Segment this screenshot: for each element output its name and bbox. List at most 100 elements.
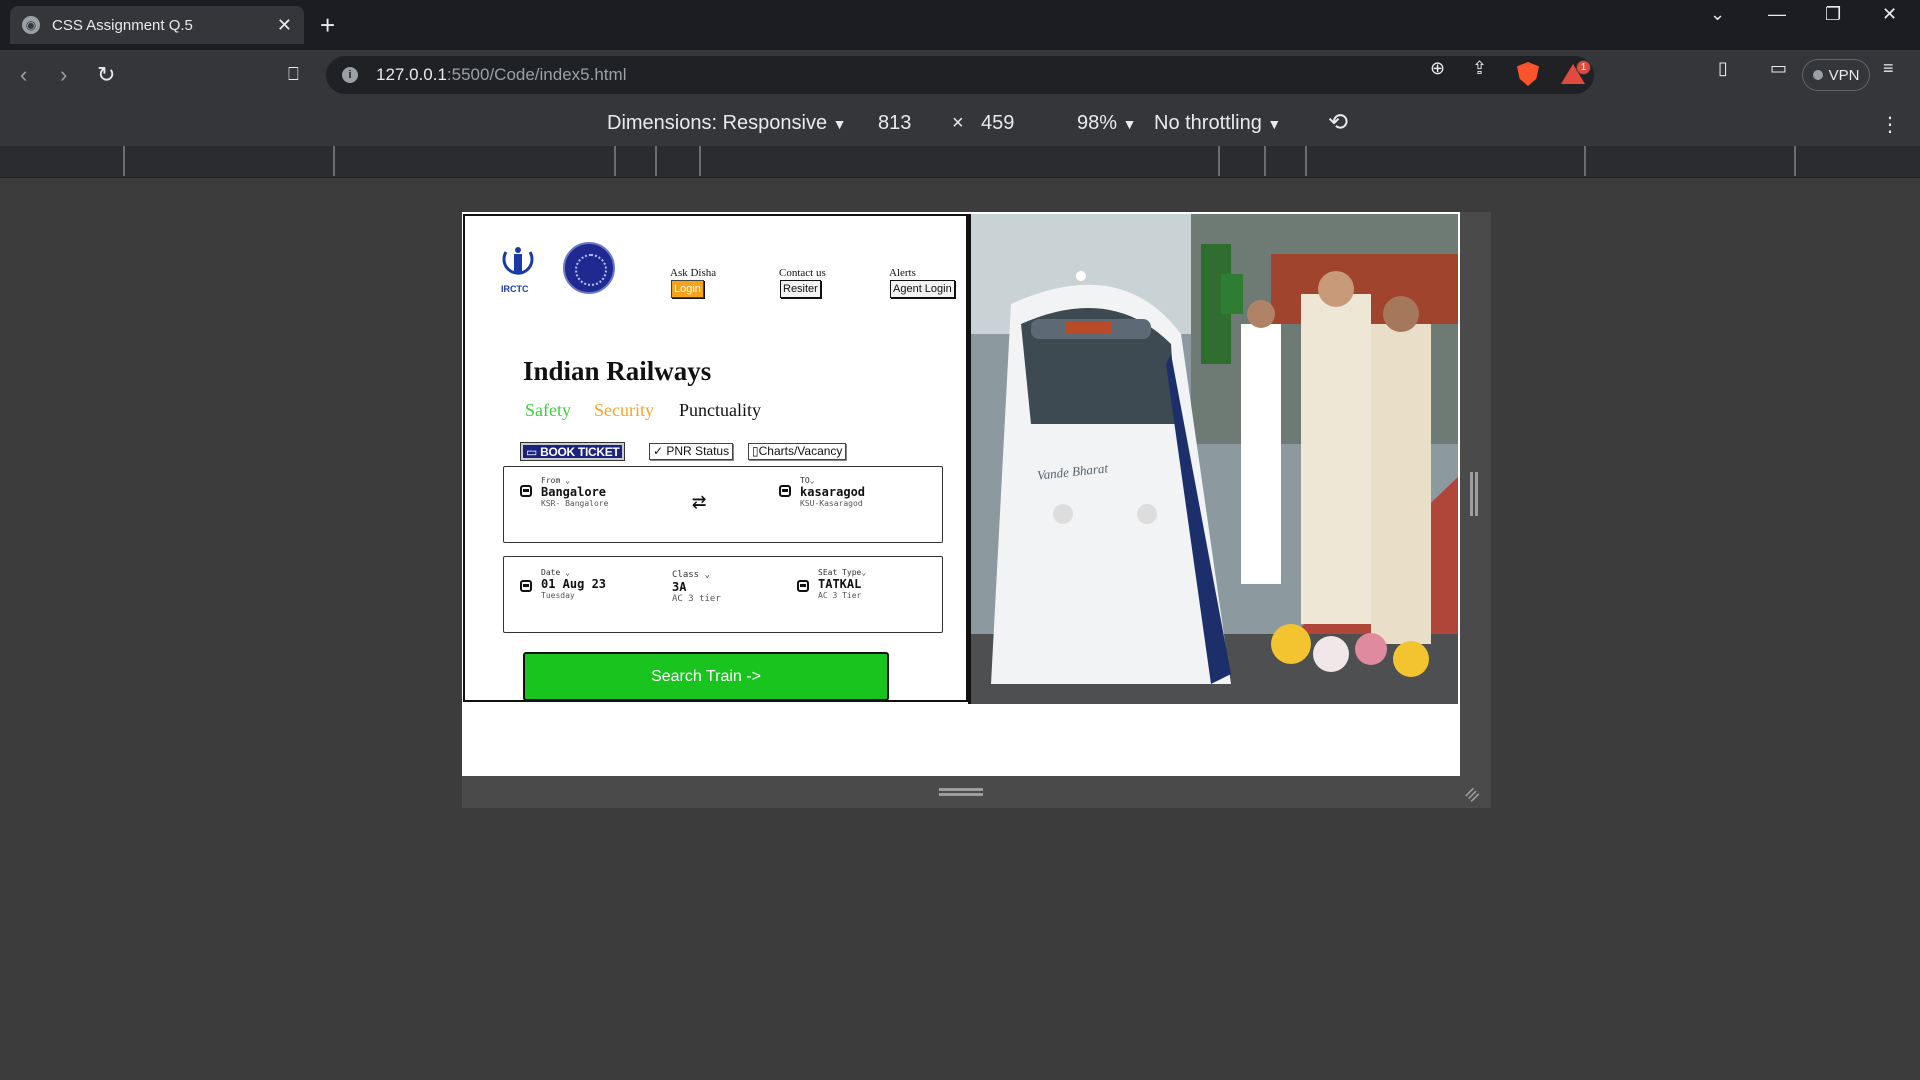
back-icon[interactable]: ‹ xyxy=(20,62,27,88)
tab-charts-vacancy[interactable]: ▯Charts/Vacancy xyxy=(748,443,847,460)
url-host: 127.0.0.1 xyxy=(376,65,447,84)
from-label: From xyxy=(541,476,561,485)
vpn-label: VPN xyxy=(1828,66,1860,84)
ruler-tick xyxy=(1218,146,1220,176)
device-toolbar: Dimensions: Responsive ▼ 813 × 459 98% ▼… xyxy=(0,102,1920,146)
tab-search-icon[interactable]: ⌄ xyxy=(1710,4,1725,25)
close-tab-icon[interactable]: ✕ xyxy=(277,15,292,36)
tagline-punctuality: Punctuality xyxy=(679,400,761,420)
caret-down-icon: ▼ xyxy=(832,116,847,132)
ruler-tick xyxy=(333,146,335,176)
vpn-button[interactable]: VPN xyxy=(1802,59,1870,91)
seat-type-value: TATKAL xyxy=(818,577,862,591)
browser-tab[interactable]: ◉ CSS Assignment Q.5 ✕ xyxy=(10,6,304,44)
minimize-icon[interactable]: — xyxy=(1768,4,1786,25)
ruler-tick xyxy=(614,146,616,176)
dimension-separator: × xyxy=(952,112,964,134)
address-bar[interactable]: i 127.0.0.1:5500/Code/index5.html xyxy=(326,56,1594,94)
seat-type-label: SEat Type xyxy=(818,568,862,577)
share-icon[interactable]: ⇪ xyxy=(1472,58,1487,79)
height-input[interactable]: 459 xyxy=(981,112,1014,135)
class-value: 3A xyxy=(672,580,687,594)
ruler-tick xyxy=(1305,146,1307,176)
hero-illustration xyxy=(971,214,1458,704)
wallet-icon[interactable]: ▭ xyxy=(1770,58,1787,79)
chevron-down-icon: ⌄ xyxy=(861,568,867,577)
resize-handle-bottom[interactable] xyxy=(939,788,983,796)
page-title: Indian Railways xyxy=(523,356,712,386)
agent-login-button[interactable]: Agent Login xyxy=(890,280,955,298)
hero-image: Vande Bharat xyxy=(968,214,1458,704)
ruler-tick xyxy=(123,146,125,176)
seat-type-field[interactable]: SEat Type⌄ TATKAL AC 3 Tier xyxy=(818,568,866,600)
chevron-down-icon: ⌄ xyxy=(809,476,815,485)
train-icon xyxy=(520,580,532,592)
ruler-tick xyxy=(1584,146,1586,176)
notification-badge: 1 xyxy=(1576,60,1591,75)
ask-disha-link[interactable]: Ask Disha xyxy=(670,267,716,279)
ruler-tick xyxy=(699,146,701,176)
reload-icon[interactable]: ↻ xyxy=(97,62,115,88)
alerts-link[interactable]: Alerts xyxy=(889,267,916,279)
close-window-icon[interactable]: ✕ xyxy=(1882,4,1897,25)
zoom-select[interactable]: 98% ▼ xyxy=(1077,112,1136,135)
journey-box: From ⌄ Bangalore KSR- Bangalore ⇄ TO⌄ ka… xyxy=(503,466,943,543)
from-field[interactable]: From ⌄ Bangalore KSR- Bangalore xyxy=(541,476,608,508)
class-field[interactable]: Class ⌄ 3A AC 3 tier xyxy=(672,570,721,604)
dimensions-select[interactable]: Dimensions: Responsive ▼ xyxy=(607,112,847,135)
register-button[interactable]: Resiter xyxy=(780,280,821,298)
media-query-bar xyxy=(0,146,1920,178)
ruler-tick xyxy=(1794,146,1796,176)
ruler-tick xyxy=(655,146,657,176)
date-field[interactable]: Date ⌄ 01 Aug 23 Tuesday xyxy=(541,568,606,600)
login-button[interactable]: Login xyxy=(671,280,704,298)
vpn-status-icon xyxy=(1812,70,1823,80)
date-day: Tuesday xyxy=(541,591,575,600)
sidebar-icon[interactable]: ▯ xyxy=(1718,58,1728,79)
zoom-value: 98% xyxy=(1077,112,1118,134)
to-station: KSU-Kasaragod xyxy=(800,499,863,508)
train-icon xyxy=(520,485,532,497)
ruler-tick xyxy=(1264,146,1266,176)
rotate-icon[interactable]: ⟲ xyxy=(1328,108,1348,137)
site-info-icon[interactable]: i xyxy=(342,67,358,83)
restore-icon[interactable]: ❐ xyxy=(1825,4,1841,25)
date-label: Date xyxy=(541,568,561,577)
browser-tab-bar: ◉ CSS Assignment Q.5 ✕ + ⌄ — ❐ ✕ xyxy=(0,0,1920,50)
forward-icon[interactable]: › xyxy=(60,62,67,88)
seat-type-desc: AC 3 Tier xyxy=(818,591,862,600)
resize-handle-right[interactable] xyxy=(1470,472,1478,516)
chevron-down-icon: ⌄ xyxy=(704,570,710,580)
from-station: KSR- Bangalore xyxy=(541,499,609,508)
to-value: kasaragod xyxy=(800,485,866,499)
new-tab-button[interactable]: + xyxy=(320,8,335,42)
swap-stations-icon[interactable]: ⇄ xyxy=(692,487,706,515)
to-field[interactable]: TO⌄ kasaragod KSU-Kasaragod xyxy=(800,476,865,508)
browser-toolbar: ‹ › ↻ ⎕ i 127.0.0.1:5500/Code/index5.htm… xyxy=(0,50,1920,102)
class-desc: AC 3 tier xyxy=(672,594,721,604)
contact-us-link[interactable]: Contact us xyxy=(779,267,826,279)
booking-panel: IRCTC Ask Disha Login Contact us Resiter… xyxy=(463,214,968,702)
tab-book-ticket-label: BOOK TICKET xyxy=(540,445,620,459)
to-label: TO xyxy=(800,476,810,485)
menu-icon[interactable]: ≡ xyxy=(1883,58,1894,79)
class-label: Class xyxy=(672,570,700,580)
zoom-icon[interactable]: ⊕ xyxy=(1430,58,1445,79)
tab-book-ticket[interactable]: ▭ BOOK TICKET xyxy=(521,443,625,460)
search-train-button[interactable]: Search Train -> xyxy=(523,652,889,701)
caret-down-icon: ▼ xyxy=(1267,116,1282,132)
more-options-icon[interactable]: ⋮ xyxy=(1880,112,1900,137)
throttling-value: No throttling xyxy=(1154,112,1262,134)
caret-down-icon: ▼ xyxy=(1122,116,1137,132)
tab-title: CSS Assignment Q.5 xyxy=(52,16,193,34)
train-icon xyxy=(779,485,791,497)
width-input[interactable]: 813 xyxy=(878,112,911,135)
tab-pnr-status[interactable]: ✓ PNR Status xyxy=(649,443,734,460)
chevron-down-icon: ⌄ xyxy=(565,476,570,485)
tagline-safety: Safety xyxy=(525,400,571,420)
throttling-select[interactable]: No throttling ▼ xyxy=(1154,112,1281,135)
details-box: Date ⌄ 01 Aug 23 Tuesday Class ⌄ 3A AC 3… xyxy=(503,556,943,633)
tagline-security: Security xyxy=(594,400,654,420)
bookmark-icon[interactable]: ⎕ xyxy=(288,64,299,85)
from-value: Bangalore xyxy=(541,485,607,499)
